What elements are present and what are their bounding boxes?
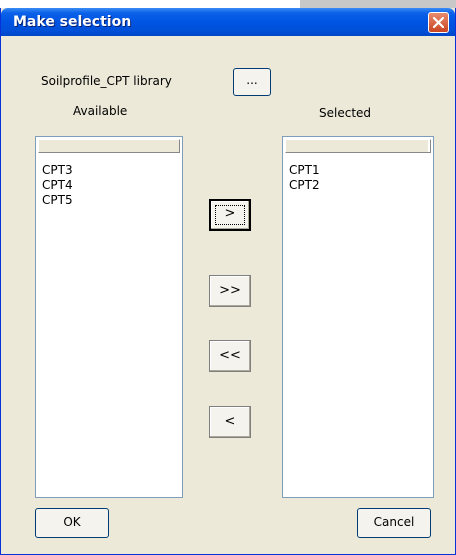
close-icon [432, 16, 445, 29]
add-selected-button[interactable]: > [209, 199, 251, 231]
browse-library-button[interactable]: ... [233, 68, 271, 96]
selected-label: Selected [319, 106, 372, 120]
background-window-edge [300, 0, 456, 8]
list-item[interactable]: CPT1 [289, 163, 320, 178]
available-list-header[interactable] [38, 139, 180, 153]
selected-list-header[interactable] [285, 139, 431, 153]
dialog-title: Make selection [13, 14, 132, 30]
available-label: Available [73, 104, 128, 118]
remove-all-button[interactable]: << [209, 340, 251, 372]
list-item[interactable]: CPT3 [42, 163, 73, 178]
cancel-button[interactable]: Cancel [357, 508, 431, 538]
title-bar[interactable]: Make selection [1, 8, 455, 36]
list-item[interactable]: CPT2 [289, 178, 320, 193]
add-all-button[interactable]: >> [209, 275, 251, 307]
list-item[interactable]: CPT4 [42, 178, 73, 193]
available-list[interactable]: CPT3 CPT4 CPT5 [35, 136, 183, 498]
make-selection-dialog: Make selection Soilprofile_CPT library .… [0, 8, 456, 555]
focus-rectangle [215, 205, 245, 225]
library-label: Soilprofile_CPT library [41, 74, 172, 88]
selected-list[interactable]: CPT1 CPT2 [282, 136, 434, 498]
close-button[interactable] [428, 12, 449, 33]
available-items: CPT3 CPT4 CPT5 [42, 163, 73, 208]
list-item[interactable]: CPT5 [42, 193, 73, 208]
ok-button[interactable]: OK [35, 508, 109, 538]
selected-items: CPT1 CPT2 [289, 163, 320, 193]
remove-selected-button[interactable]: < [209, 406, 251, 438]
